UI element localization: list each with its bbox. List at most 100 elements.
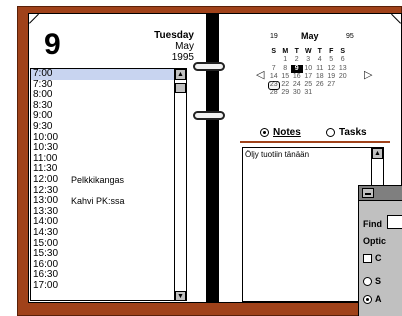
time-slot-label: 12:00 xyxy=(33,173,59,185)
tasks-label: Tasks xyxy=(339,127,367,138)
calendar-day xyxy=(314,89,326,97)
time-slot-label: 14:30 xyxy=(33,226,59,238)
time-slot-label: 7:00 xyxy=(33,68,53,79)
calendar-day[interactable]: 3 xyxy=(303,56,315,64)
weekday-header: W xyxy=(304,48,312,55)
radio-empty-icon xyxy=(326,128,335,137)
calendar-day[interactable]: 7 xyxy=(268,65,280,73)
schedule-row[interactable]: 8:30 xyxy=(31,100,186,112)
radio-selected-icon xyxy=(260,128,269,137)
month-label: May xyxy=(175,41,194,52)
calendar-day[interactable]: 15 xyxy=(280,73,292,81)
schedule-row[interactable]: 9:00 xyxy=(31,111,186,122)
calendar-day[interactable]: 26 xyxy=(314,81,326,89)
weekday-header: T xyxy=(294,48,299,55)
schedule-row[interactable]: 8:00 xyxy=(31,90,186,101)
schedule-rows: 7:00 7:30 8:00 8:30 9:00 9:30 10:00 10:30 11:00 1… xyxy=(31,69,186,291)
mini-calendar[interactable]: SMTWTFS123456789101112131415161718192021… xyxy=(268,48,349,98)
calendar-day[interactable]: 22 xyxy=(280,81,292,89)
weekday-header: S xyxy=(271,48,277,55)
find-titlebar[interactable] xyxy=(359,186,402,201)
notes-label: Notes xyxy=(273,127,301,138)
calendar-day[interactable]: 19 xyxy=(326,73,338,81)
calendar-day[interactable]: 13 xyxy=(337,65,349,73)
binder-spine xyxy=(207,13,218,303)
schedule-list[interactable]: 7:00 7:30 8:00 8:30 9:00 9:30 10:00 10:30 11:00 1… xyxy=(30,68,187,301)
appointment-text[interactable]: Pelkkikangas xyxy=(71,175,124,186)
options-label: Optic xyxy=(363,236,387,246)
option-checkbox-label: C xyxy=(375,253,382,263)
find-dialog[interactable]: Find Optic C S A xyxy=(358,185,402,316)
notes-radio[interactable]: Notes xyxy=(260,127,301,138)
page-corner-line-right xyxy=(391,13,401,24)
calendar-day[interactable]: 23 xyxy=(268,81,280,91)
week-number: 19 xyxy=(270,33,278,40)
calendar-month: May xyxy=(301,31,319,41)
calendar-day[interactable]: 14 xyxy=(268,73,280,81)
calendar-weekday-row: SMTWTFS xyxy=(268,48,349,56)
schedule-scrollbar[interactable]: ▲ ▼ xyxy=(174,69,186,300)
weekday-header: S xyxy=(340,48,346,55)
option-radio-1[interactable]: S xyxy=(363,276,381,286)
checkbox-icon xyxy=(363,253,372,263)
calendar-day[interactable]: 5 xyxy=(326,56,338,64)
calendar-day[interactable]: 9 xyxy=(291,64,303,73)
prev-month-icon[interactable]: ◁ xyxy=(256,68,264,81)
calendar-day[interactable]: 16 xyxy=(291,73,303,81)
option-radio-2-label: A xyxy=(375,294,382,304)
schedule-row[interactable]: 7:00 xyxy=(31,69,186,80)
calendar-day[interactable]: 31 xyxy=(303,89,315,97)
calendar-day[interactable]: 2 xyxy=(291,56,303,64)
calendar-week-row: 123456 xyxy=(268,56,349,64)
calendar-day[interactable]: 27 xyxy=(326,81,338,89)
schedule-row[interactable]: 12:00 Pelkkikangas xyxy=(31,173,186,186)
calendar-day[interactable]: 1 xyxy=(280,56,292,64)
time-slot-label: 9:30 xyxy=(33,120,53,132)
tasks-radio[interactable]: Tasks xyxy=(326,127,367,138)
calendar-day[interactable]: 17 xyxy=(303,73,315,81)
calendar-day[interactable]: 4 xyxy=(314,56,326,64)
radio-selected-icon xyxy=(363,294,372,304)
scroll-thumb[interactable] xyxy=(175,83,186,93)
calendar-day[interactable]: 24 xyxy=(291,81,303,89)
option-radio-2[interactable]: A xyxy=(363,294,382,304)
weekday-header: T xyxy=(317,48,322,55)
calendar-day[interactable]: 18 xyxy=(314,73,326,81)
notes-scroll-up-icon[interactable]: ▲ xyxy=(372,148,383,159)
year-label: 1995 xyxy=(171,52,194,63)
calendar-week-row: 28 29 30 31 xyxy=(268,89,349,97)
calendar-week-row: 21222324252627 xyxy=(268,81,349,91)
calendar-day[interactable]: 12 xyxy=(326,65,338,73)
schedule-row[interactable]: 9:30 xyxy=(31,120,186,133)
calendar-year: 95 xyxy=(346,33,354,40)
appointment-text[interactable]: Kahvi PK:ssa xyxy=(71,196,125,207)
calendar-day[interactable]: 11 xyxy=(314,65,326,73)
next-month-icon[interactable]: ▷ xyxy=(364,68,372,81)
option-checkbox[interactable]: C xyxy=(363,253,382,263)
find-input[interactable] xyxy=(387,215,402,229)
calendar-day[interactable]: 8 xyxy=(280,65,292,73)
binder-ring-bottom xyxy=(193,111,225,120)
weekday-header: F xyxy=(329,48,334,55)
scroll-up-icon[interactable]: ▲ xyxy=(175,69,186,80)
system-menu-icon[interactable] xyxy=(362,188,374,198)
calendar-day[interactable]: 6 xyxy=(337,56,349,64)
scroll-down-icon[interactable]: ▼ xyxy=(175,291,186,300)
find-label: Find xyxy=(363,219,382,229)
calendar-day xyxy=(268,56,280,64)
time-slot-label: 17:00 xyxy=(33,279,59,291)
calendar-day[interactable]: 10 xyxy=(303,65,315,73)
note-text: Öljy tuotiin tänään xyxy=(245,150,310,159)
radio-empty-icon xyxy=(363,276,372,286)
calendar-day[interactable]: 20 xyxy=(337,73,349,81)
binder-ring-top xyxy=(193,62,225,71)
calendar-day[interactable]: 30 xyxy=(291,89,303,97)
schedule-row[interactable]: 7:30 xyxy=(31,79,186,91)
calendar-day[interactable]: 28 xyxy=(268,89,280,97)
weekday-label: Tuesday xyxy=(154,30,194,41)
schedule-row[interactable]: 17:00 xyxy=(31,279,186,292)
schedule-row[interactable]: 14:30 xyxy=(31,226,186,239)
calendar-day[interactable]: 25 xyxy=(303,81,315,89)
day-number: 9 xyxy=(44,28,61,61)
calendar-day[interactable]: 29 xyxy=(280,89,292,97)
